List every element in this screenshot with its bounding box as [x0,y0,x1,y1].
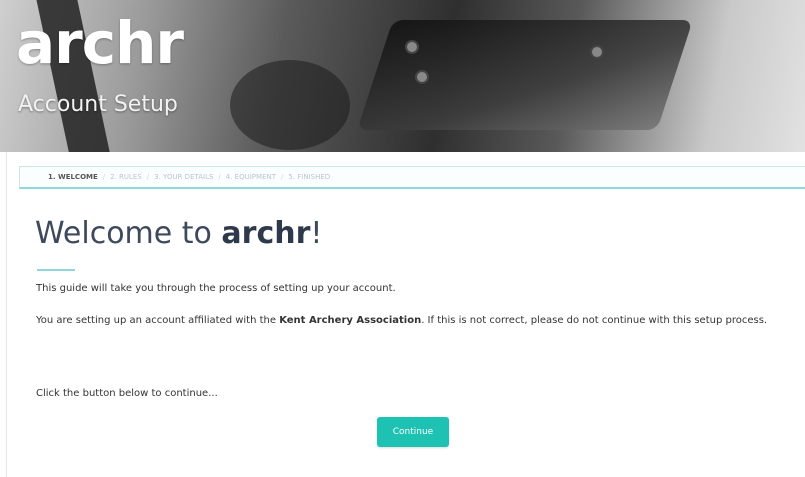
step-your-details: 3. YOUR DETAILS [154,173,214,181]
step-rules: 2. RULES [110,173,142,181]
page-title-prefix: Welcome to [35,216,222,251]
page-title-brand: archr [221,216,311,251]
step-equipment: 4. EQUIPMENT [225,173,277,181]
step-separator: / [146,173,150,181]
setup-steps-breadcrumb: 1. WELCOME / 2. RULES / 3. YOUR DETAILS / 4. E… [19,166,805,189]
hero-bolt [415,70,429,84]
hero-bow-riser [357,20,693,130]
hero-bolt [590,45,604,59]
affiliation-text-start: You are setting up an account affiliated… [36,315,280,326]
heading-divider [37,269,75,271]
page-subtitle: Account Setup [18,92,178,117]
affiliation-organisation: Kent Archery Association [279,315,422,326]
intro-text: This guide will take you through the pro… [36,283,396,294]
step-finished: 5. FINISHED [288,173,331,181]
page-title: Welcome to archr! [35,216,322,251]
step-separator: / [281,173,284,181]
continue-button[interactable]: Continue [377,417,449,447]
step-separator: / [218,173,221,181]
affiliation-text: You are setting up an account affiliated… [36,312,791,330]
setup-card: 1. WELCOME / 2. RULES / 3. YOUR DETAILS / 4. E… [6,152,805,477]
step-welcome: 1. WELCOME [48,173,98,181]
continue-prompt: Click the button below to continue... [36,388,218,399]
affiliation-text-end: . If this is not correct, please do not … [421,315,768,326]
step-separator: / [102,173,106,181]
brand-logo[interactable]: archr [16,10,184,76]
page-title-suffix: ! [310,216,323,251]
hero-bolt [405,40,419,54]
hero-shadow [230,60,350,150]
hero-banner: archr Account Setup [0,0,805,152]
